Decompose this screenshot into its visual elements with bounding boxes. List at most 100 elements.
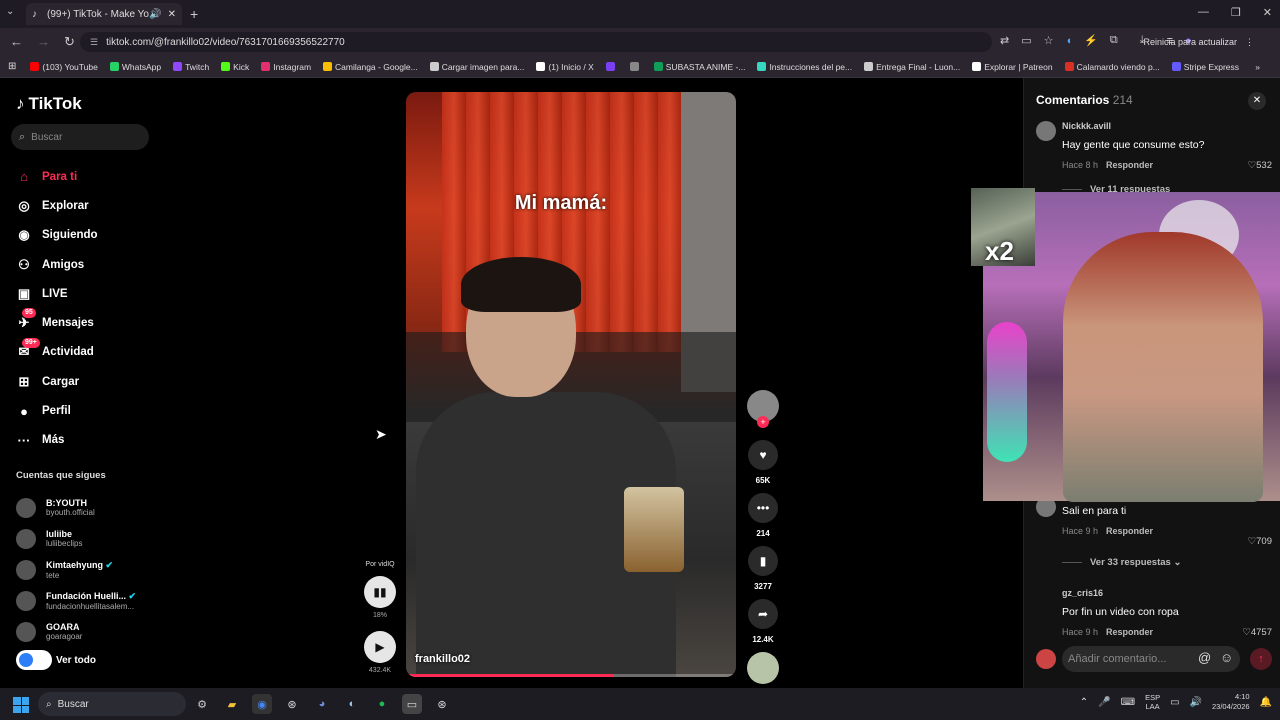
extensions-puzzle-icon[interactable]: ⧉ (1110, 34, 1118, 47)
reload-button[interactable]: ↻ (64, 34, 75, 50)
keyboard-icon[interactable]: ⌨ (1121, 697, 1135, 708)
forward-button[interactable]: → (37, 34, 50, 50)
microphone-icon[interactable]: 🎤 (1098, 697, 1110, 708)
play-button[interactable]: ▶ (364, 631, 396, 663)
sidebar-item-m-s[interactable]: ··· Más (16, 426, 98, 455)
sidebar-item-cargar[interactable]: ⊞ Cargar (16, 367, 98, 396)
bookmark-item[interactable]: Kick (221, 62, 249, 72)
browser-tab[interactable]: ♪ (99+) TikTok - Make Your Da 🔊 ✕ (26, 3, 182, 25)
app-icon[interactable]: ⚙ (192, 694, 212, 714)
url-field[interactable]: ☰ tiktok.com/@frankillo02/video/76317016… (80, 32, 992, 52)
follow-plus-icon[interactable]: + (757, 416, 769, 428)
following-item[interactable]: Fundación Huelli... ✔ fundacionhuellitasa… (16, 585, 136, 616)
bookmark-item[interactable]: Cargar imagen para... (429, 62, 524, 72)
cast-icon[interactable]: ▭ (1021, 34, 1031, 47)
sidebar-item-live[interactable]: ▣ LIVE (16, 279, 98, 308)
tab-search-icon[interactable]: ⌄ (6, 6, 14, 17)
toggle-icon[interactable] (16, 650, 52, 670)
back-button[interactable]: ← (10, 34, 23, 50)
save-action[interactable]: ▮ 3277 (746, 546, 780, 591)
music-disc-icon[interactable] (747, 652, 779, 684)
following-item[interactable]: Kimtaehyung ✔ tete (16, 554, 136, 585)
translate-icon[interactable]: ⇄ (1000, 34, 1009, 47)
stats-button[interactable]: ▮▮ (364, 576, 396, 608)
comment-input[interactable]: Añadir comentario... (1062, 646, 1240, 672)
new-tab-button[interactable]: + (190, 6, 198, 22)
sound-disc[interactable] (746, 652, 780, 684)
sidebar-item-actividad[interactable]: ✉ Actividad 99+ (16, 337, 98, 367)
avatar[interactable] (1036, 121, 1056, 141)
search-input[interactable]: ⌕ Buscar (11, 124, 149, 150)
sidebar-item-explorar[interactable]: ◎ Explorar (16, 191, 98, 220)
network-icon[interactable]: ▭ (1170, 697, 1179, 708)
bookmark-item[interactable]: WhatsApp (109, 62, 161, 72)
file-explorer-icon[interactable]: ▰ (222, 694, 242, 714)
sidebar-item-mensajes[interactable]: ✈ Mensajes 95 (16, 308, 98, 337)
close-window-button[interactable]: ✕ (1263, 6, 1272, 19)
sidebar-item-siguiendo[interactable]: ◉ Siguiendo (16, 221, 97, 250)
comment-like[interactable]: ♡709 (1248, 536, 1272, 547)
start-button[interactable] (13, 697, 29, 713)
tiktok-logo[interactable]: ♪ TikTok (16, 94, 82, 114)
following-item[interactable]: luliibe luliibeclips (16, 523, 136, 554)
close-tab-icon[interactable]: ✕ (168, 9, 176, 20)
share-action[interactable]: ➦ 12.4K (746, 599, 780, 644)
clock[interactable]: 4:10 23/04/2026 (1212, 692, 1250, 712)
bookmark-item[interactable] (629, 62, 642, 71)
notification-icon[interactable]: 🔔 (1260, 697, 1272, 708)
spotify-icon[interactable]: ● (372, 694, 392, 714)
send-button[interactable]: ↑ (1250, 648, 1272, 670)
bookmark-item[interactable]: (1) Inicio / X (536, 62, 594, 72)
sidebar-item-perfil[interactable]: ● Perfil (16, 396, 98, 425)
bookmark-item[interactable]: Instagram (261, 62, 311, 72)
apps-grid-icon[interactable]: ⊞ (8, 61, 16, 72)
bookmark-icon[interactable]: ▮ (748, 546, 778, 576)
sidebar-item-para-ti[interactable]: ⌂ Para ti (16, 162, 98, 191)
steam-icon[interactable]: ◐ (342, 694, 362, 714)
bookmark-item[interactable]: Stripe Express (1171, 62, 1239, 72)
avatar[interactable]: + (747, 390, 779, 428)
sidebar-item-amigos[interactable]: ⚇ Amigos (16, 250, 98, 279)
creator-avatar[interactable]: + (746, 390, 780, 428)
bookmark-item[interactable]: SUBASTA ANIME -... (653, 62, 745, 72)
app-icon[interactable]: ⊛ (432, 694, 452, 714)
mention-icon[interactable]: @ (1198, 650, 1211, 665)
extension-icon[interactable]: ◖ (1066, 35, 1073, 47)
share-icon[interactable]: ➦ (748, 599, 778, 629)
bookmark-item[interactable]: Calamardo viendo p... (1064, 62, 1160, 72)
bookmark-item[interactable]: Entrega Final - Luon... (864, 62, 960, 72)
like-action[interactable]: ♥ 65K (746, 440, 780, 485)
see-all-link[interactable]: Ver todo (16, 650, 96, 670)
speaker-icon[interactable]: 🔊 (149, 9, 161, 20)
following-item[interactable]: B:YOUTH byouth.official (16, 492, 136, 523)
update-button[interactable]: Reinicia para actualizar ⋮ (1137, 33, 1260, 51)
bookmark-item[interactable]: Explorar | Patreon (972, 62, 1053, 72)
bookmark-item[interactable]: (103) YouTube (30, 62, 98, 72)
bookmark-item[interactable]: Twitch (173, 62, 209, 72)
taskbar-search[interactable]: ⌕ Buscar (38, 692, 186, 716)
bookmark-item[interactable] (605, 62, 618, 71)
heart-icon[interactable]: ♥ (748, 440, 778, 470)
emoji-icon[interactable]: ☺ (1220, 650, 1233, 665)
language-indicator[interactable]: ESP LAA (1145, 693, 1160, 711)
bookmark-star-icon[interactable]: ☆ (1044, 34, 1054, 47)
bookmark-item[interactable]: Instrucciones del pe... (757, 62, 852, 72)
bookmark-item[interactable]: Camilanga - Google... (323, 62, 418, 72)
obs-icon[interactable]: ⊛ (282, 694, 302, 714)
menu-dots-icon[interactable]: ⋮ (1245, 37, 1254, 48)
more-bookmarks-icon[interactable]: » (1255, 62, 1260, 72)
reply-button[interactable]: Responder (1106, 160, 1153, 170)
comment-user[interactable]: gz_cris16 (1062, 588, 1272, 598)
close-comments-button[interactable]: ✕ (1248, 92, 1266, 110)
discord-icon[interactable]: ◕ (312, 694, 332, 714)
comment-user[interactable]: Nickkk.avill (1062, 121, 1272, 131)
reply-button[interactable]: Responder (1106, 526, 1153, 536)
chrome-icon[interactable]: ◉ (252, 694, 272, 714)
site-info-icon[interactable]: ☰ (90, 37, 98, 48)
comment-action[interactable]: ••• 214 (746, 493, 780, 538)
video-progress-bar[interactable] (406, 674, 736, 677)
comment-like[interactable]: ♡4757 (1242, 627, 1272, 638)
app-icon[interactable]: ▭ (402, 694, 422, 714)
comment-like[interactable]: ♡532 (1248, 160, 1272, 171)
minimize-button[interactable]: — (1198, 6, 1209, 19)
